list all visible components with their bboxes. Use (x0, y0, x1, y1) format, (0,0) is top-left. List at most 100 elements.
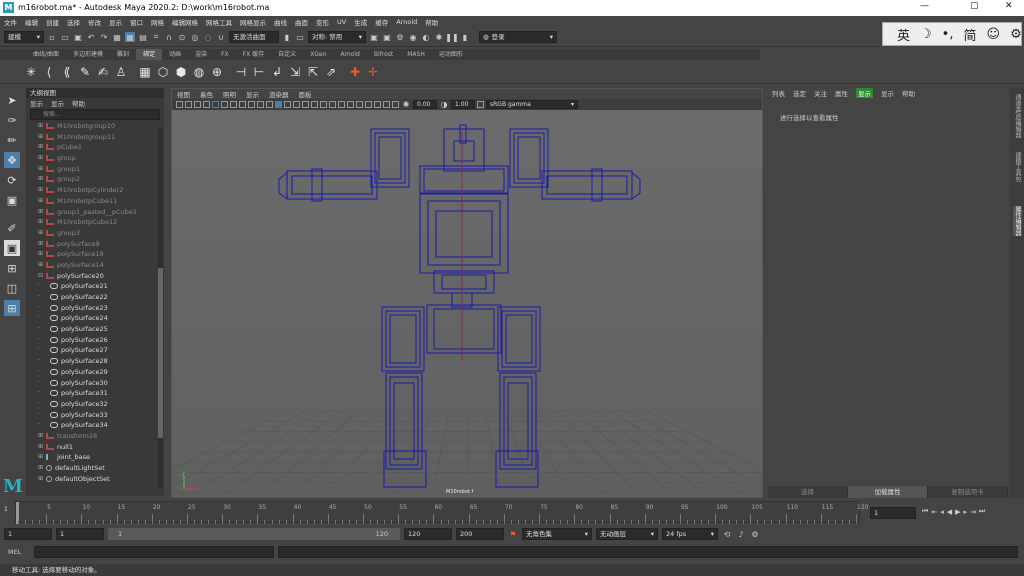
menu-arnold[interactable]: Arnold (396, 18, 417, 26)
go-end-icon[interactable]: ⏭ (979, 507, 985, 516)
playback-end-field[interactable]: 120 (404, 528, 452, 540)
ime-english-toggle[interactable]: 英 (897, 25, 910, 44)
outliner-item[interactable]: ⊞ transform28 (26, 431, 164, 442)
shelf-tab-bifrost[interactable]: Bifrost (367, 49, 400, 60)
gamma-field[interactable]: 1.00 (451, 100, 475, 109)
menu-file[interactable]: 文件 (4, 17, 17, 27)
anim-layer-dropdown[interactable]: 无动画层 ▾ (596, 528, 658, 540)
prefs-icon[interactable]: ⚙ (750, 529, 760, 539)
go-start-icon[interactable]: ⏮ (922, 507, 928, 516)
vp-menu-renderer[interactable]: 渲染器 (269, 89, 289, 99)
shelf-tab-sculpt[interactable]: 雕刻 (110, 49, 136, 60)
shelf-tab-arnold[interactable]: Arnold (333, 49, 366, 60)
attr-menu-display[interactable]: 显示 (881, 88, 894, 98)
outliner-item[interactable]: ⊞ defaultLightSet (26, 463, 164, 474)
playback-start-field[interactable]: 1 (56, 528, 104, 540)
menu-cache[interactable]: 缓存 (375, 17, 388, 27)
shelf-tab-curves[interactable]: 曲线/曲面 (26, 49, 66, 60)
timeline-track[interactable]: 5 10 15 20 25 30 35 40 45 50 55 60 65 70 75 80 85 90 95 100… (15, 501, 868, 524)
vp-menu-view[interactable]: 视图 (177, 89, 190, 99)
expand-icon[interactable]: ⊞ (38, 207, 43, 218)
lattice-icon[interactable]: ▦ (138, 65, 152, 79)
ik-spline-icon[interactable]: ⟪ (60, 65, 74, 79)
play-back-icon[interactable]: ◀ (947, 508, 952, 516)
outliner-item[interactable]: ⊞ group3 (26, 228, 164, 239)
last-tool-icon[interactable]: ✐ (4, 220, 20, 236)
outliner-item[interactable]: · polySurface26 (26, 335, 164, 346)
single-view-icon[interactable]: ▣ (4, 240, 20, 256)
maximize-button[interactable]: ▢ (970, 1, 979, 11)
expand-icon[interactable]: ⊟ (38, 271, 43, 282)
light-icon[interactable]: ✱ (434, 32, 444, 42)
image-plane-icon[interactable] (203, 101, 210, 108)
expand-icon[interactable]: · (38, 367, 40, 378)
two-view-icon[interactable]: ◫ (4, 280, 20, 296)
expand-icon[interactable]: ⊞ (38, 121, 43, 132)
outliner-menu-show[interactable]: 显示 (51, 98, 64, 108)
attr-menu-show[interactable]: 显示 (856, 88, 873, 98)
magnet-icon[interactable]: ∪ (216, 32, 226, 42)
ime-moon-icon[interactable]: ☽ (920, 27, 932, 42)
shelf-tab-custom[interactable]: 自定义 (271, 49, 303, 60)
snap-view-icon[interactable]: ◎ (190, 32, 200, 42)
outliner-item[interactable]: ⊞ null1 (26, 442, 164, 453)
render-frame-icon[interactable]: ▣ (369, 32, 379, 42)
safe-title-icon[interactable] (266, 101, 273, 108)
outliner-item[interactable]: · polySurface28 (26, 356, 164, 367)
shelf-tab-fx-cache[interactable]: FX 缓存 (236, 49, 271, 60)
side-tab-attribute-editor[interactable]: 属性编辑器 (1013, 206, 1022, 236)
outliner-menu-help[interactable]: 帮助 (72, 98, 85, 108)
safe-action-icon[interactable] (257, 101, 264, 108)
outliner-item[interactable]: · polySurface23 (26, 303, 164, 314)
pause-icon[interactable]: ❚❚ (445, 32, 458, 42)
arnold-render-icon[interactable]: ◐ (421, 32, 431, 42)
dof-icon[interactable] (356, 101, 363, 108)
orient-constraint-icon[interactable]: ↲ (270, 65, 284, 79)
side-tab-channel-box[interactable]: 通道盒/层编辑器 (1013, 94, 1022, 138)
outliner-item[interactable]: ⊞ group1 (26, 164, 164, 175)
step-forward-icon[interactable]: ▸ (963, 508, 967, 516)
outliner-item[interactable]: ⊞ defaultObjectSet (26, 474, 164, 485)
scene-start-field[interactable]: 1 (4, 528, 52, 540)
expand-icon[interactable]: ⊞ (38, 249, 43, 260)
save-scene-icon[interactable]: ▣ (73, 32, 83, 42)
select-hierarchy-icon[interactable]: ▦ (112, 32, 122, 42)
menu-deform[interactable]: 变形 (316, 17, 329, 27)
expand-icon[interactable]: · (38, 345, 40, 356)
sculpt-deformer-icon[interactable]: ⊕ (210, 65, 224, 79)
step-back-icon[interactable]: ◂ (940, 508, 944, 516)
menu-set-dropdown[interactable]: 建模 ▾ (4, 31, 44, 43)
minimize-button[interactable]: — (920, 1, 929, 11)
expand-icon[interactable]: ⊞ (38, 196, 43, 207)
backface-icon[interactable] (392, 101, 399, 108)
outliner-item[interactable]: ⊞ polySurface9 (26, 239, 164, 250)
parent-constraint-icon[interactable]: ⇱ (306, 65, 320, 79)
outliner-item[interactable]: ⊞ M10robotpCube12 (26, 217, 164, 228)
outliner-item[interactable]: · polySurface22 (26, 292, 164, 303)
lasso-tool-icon[interactable]: ✑ (4, 112, 20, 128)
expand-icon[interactable]: · (38, 356, 40, 367)
menu-mesh-tools[interactable]: 网格工具 (206, 17, 232, 27)
shelf-tab-rendering[interactable]: 渲染 (188, 49, 214, 60)
grid-toggle-icon[interactable] (212, 101, 219, 108)
snap-grid-icon[interactable]: ⌗ (151, 32, 161, 42)
gate-mask-icon[interactable] (239, 101, 246, 108)
shelf-tab-motion-graphics[interactable]: 运动图形 (432, 49, 470, 60)
outliner-item[interactable]: · polySurface31 (26, 388, 164, 399)
locator-icon[interactable]: ✚ (348, 65, 362, 79)
expand-icon[interactable]: ⊞ (38, 228, 43, 239)
vp-menu-lighting[interactable]: 照明 (223, 89, 236, 99)
history-icon[interactable]: ▮ (282, 32, 292, 42)
expand-icon[interactable]: ⊞ (38, 239, 43, 250)
outliner-item[interactable]: · polySurface29 (26, 367, 164, 378)
expand-icon[interactable]: · (38, 399, 40, 410)
fps-dropdown[interactable]: 24 fps ▾ (662, 528, 718, 540)
outliner-item[interactable]: · polySurface24 (26, 313, 164, 324)
menu-help[interactable]: 帮助 (425, 17, 438, 27)
scrollbar-thumb[interactable] (158, 268, 163, 438)
expand-icon[interactable]: ⊞ (38, 153, 43, 164)
step-back-key-icon[interactable]: ⇤ (931, 508, 937, 516)
live-surface-field[interactable]: 无激活曲面 (229, 31, 279, 43)
paint-weights-icon[interactable]: ✍ (96, 65, 110, 79)
scene-end-field[interactable]: 200 (456, 528, 504, 540)
